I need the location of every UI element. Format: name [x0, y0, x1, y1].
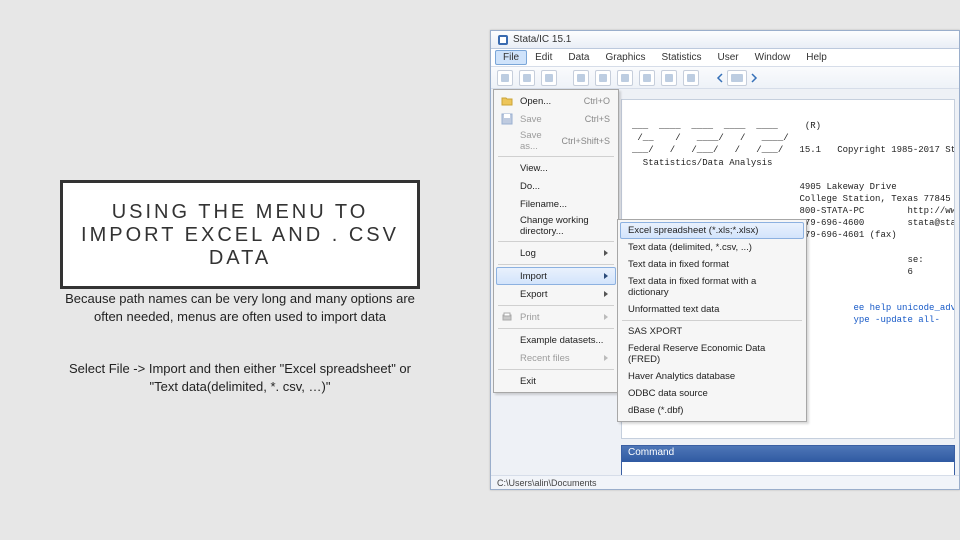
- logo-line3: ___/ / /___/ / /___/ 15.1 Copyright 1985…: [632, 145, 955, 155]
- dd-export[interactable]: Export: [496, 285, 616, 303]
- menu-statistics[interactable]: Statistics: [654, 50, 710, 65]
- menu-edit[interactable]: Edit: [527, 50, 560, 65]
- import-excel[interactable]: Excel spreadsheet (*.xls;*.xlsx): [620, 222, 804, 239]
- menu-data[interactable]: Data: [560, 50, 597, 65]
- logo-r: (R): [805, 121, 821, 131]
- dd-filename[interactable]: Filename...: [496, 195, 616, 213]
- dd-save[interactable]: Save Ctrl+S: [496, 110, 616, 128]
- import-sas[interactable]: SAS XPORT: [620, 323, 804, 340]
- workspace: ___ ____ ____ ____ ____ (R) /__ / ____/ …: [491, 89, 959, 475]
- addr2: College Station, Texas 77845 USA: [799, 194, 955, 204]
- import-dbase[interactable]: dBase (*.dbf): [620, 402, 804, 419]
- dd-import[interactable]: Import: [496, 267, 616, 285]
- dd-view[interactable]: View...: [496, 159, 616, 177]
- dd-sep: [498, 264, 614, 265]
- dd-sep: [498, 305, 614, 306]
- open-icon: [500, 94, 514, 108]
- chevron-right-icon: [602, 313, 610, 321]
- toolbar-data-editor-icon[interactable]: [661, 70, 677, 86]
- command-title: Command: [622, 446, 954, 462]
- import-fixed-dict[interactable]: Text data in fixed format with a diction…: [620, 273, 804, 301]
- slide-paragraph-1: Because path names can be very long and …: [60, 290, 420, 325]
- menu-help[interactable]: Help: [798, 50, 835, 65]
- addr1: 4905 Lakeway Drive: [799, 182, 896, 192]
- addr3: 800-STATA-PC http://www.s: [799, 206, 955, 216]
- addr5: 979-696-4601 (fax): [799, 230, 896, 240]
- dd-recent-files[interactable]: Recent files: [496, 349, 616, 367]
- dd-example-datasets[interactable]: Example datasets...: [496, 331, 616, 349]
- slide-title: USING THE MENU TO IMPORT EXCEL AND . CSV…: [73, 201, 407, 270]
- dd-sep: [498, 241, 614, 242]
- logo-line4: Statistics/Data Analysis: [632, 158, 772, 168]
- status-cwd: C:\Users\alin\Documents: [497, 478, 597, 488]
- import-delimited[interactable]: Text data (delimited, *.csv, ...): [620, 239, 804, 256]
- chevron-right-icon: [602, 290, 610, 298]
- toolbar-viewer-icon[interactable]: [595, 70, 611, 86]
- note-serial: 6: [907, 267, 912, 277]
- menubar: File Edit Data Graphics Statistics User …: [491, 49, 959, 67]
- toolbar-break-icon[interactable]: [727, 70, 747, 86]
- pager-next-icon[interactable]: [749, 73, 759, 83]
- app-title: Stata/IC 15.1: [513, 34, 571, 45]
- import-haver[interactable]: Haver Analytics database: [620, 368, 804, 385]
- stata-window: Stata/IC 15.1 File Edit Data Graphics St…: [490, 30, 960, 490]
- toolbar-save-icon[interactable]: [519, 70, 535, 86]
- fo-sep: [622, 320, 802, 321]
- dd-exit[interactable]: Exit: [496, 372, 616, 390]
- dd-open[interactable]: Open... Ctrl+O: [496, 92, 616, 110]
- import-odbc[interactable]: ODBC data source: [620, 385, 804, 402]
- import-submenu: Excel spreadsheet (*.xls;*.xlsx) Text da…: [617, 219, 807, 422]
- toolbar: [491, 67, 959, 89]
- titlebar: Stata/IC 15.1: [491, 31, 959, 49]
- import-fred[interactable]: Federal Reserve Economic Data (FRED): [620, 340, 804, 368]
- dd-do[interactable]: Do...: [496, 177, 616, 195]
- toolbar-pager[interactable]: [715, 70, 759, 86]
- dd-log[interactable]: Log: [496, 244, 616, 262]
- stata-icon: [497, 34, 509, 46]
- advice1: ee help unicode_advice.: [853, 303, 955, 313]
- toolbar-data-browser-icon[interactable]: [683, 70, 699, 86]
- chevron-right-icon: [602, 354, 610, 362]
- chevron-right-icon: [602, 249, 610, 257]
- note-user: se:: [907, 255, 923, 265]
- dd-cwd[interactable]: Change working directory...: [496, 213, 616, 239]
- advice2: ype -update all-: [853, 315, 939, 325]
- dd-sep: [498, 156, 614, 157]
- menu-file[interactable]: File: [495, 50, 527, 65]
- menu-graphics[interactable]: Graphics: [597, 50, 653, 65]
- pager-prev-icon[interactable]: [715, 73, 725, 83]
- slide-paragraph-2: Select File -> Import and then either "E…: [60, 360, 420, 395]
- dd-save-as[interactable]: Save as... Ctrl+Shift+S: [496, 128, 616, 154]
- toolbar-log-icon[interactable]: [573, 70, 589, 86]
- statusbar: C:\Users\alin\Documents: [491, 475, 959, 489]
- addr4: 979-696-4600 stata@stata.: [799, 218, 955, 228]
- save-icon: [500, 112, 514, 126]
- logo-line1: ___ ____ ____ ____ ____: [632, 121, 778, 131]
- slide-title-box: USING THE MENU TO IMPORT EXCEL AND . CSV…: [60, 180, 420, 289]
- dd-print[interactable]: Print: [496, 308, 616, 326]
- toolbar-do-editor-icon[interactable]: [639, 70, 655, 86]
- dd-sep: [498, 328, 614, 329]
- logo-line2: /__ / ____/ / ____/: [632, 133, 789, 143]
- menu-window[interactable]: Window: [747, 50, 799, 65]
- toolbar-graph-icon[interactable]: [617, 70, 633, 86]
- toolbar-print-icon[interactable]: [541, 70, 557, 86]
- chevron-right-icon: [602, 272, 610, 280]
- print-icon: [500, 310, 514, 324]
- file-dropdown: Open... Ctrl+O Save Ctrl+S Save as... Ct…: [493, 89, 619, 393]
- import-fixed[interactable]: Text data in fixed format: [620, 256, 804, 273]
- toolbar-open-icon[interactable]: [497, 70, 513, 86]
- dd-sep: [498, 369, 614, 370]
- import-unformatted[interactable]: Unformatted text data: [620, 301, 804, 318]
- menu-user[interactable]: User: [710, 50, 747, 65]
